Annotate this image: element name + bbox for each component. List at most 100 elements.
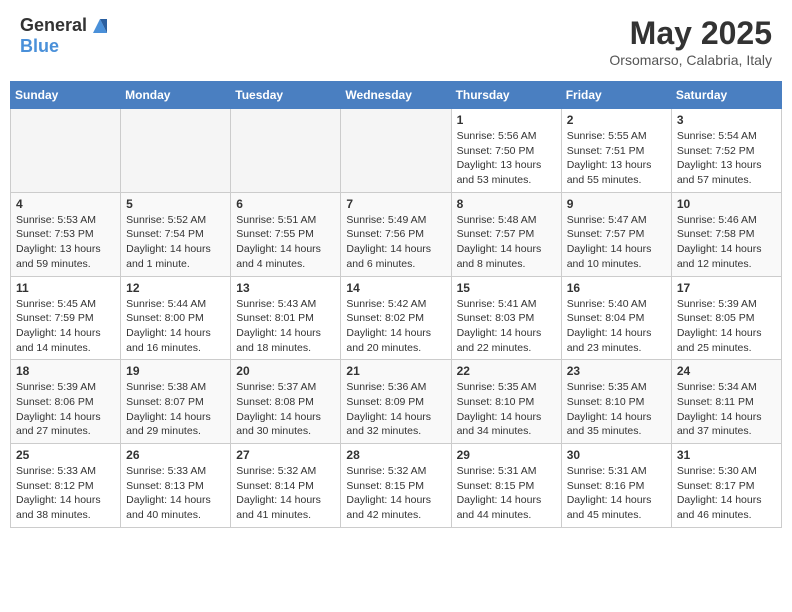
logo-icon [89, 15, 111, 37]
day-info: Sunrise: 5:35 AMSunset: 8:10 PMDaylight:… [457, 380, 556, 439]
day-number: 24 [677, 364, 776, 378]
day-cell: 2Sunrise: 5:55 AMSunset: 7:51 PMDaylight… [561, 109, 671, 193]
day-info: Sunrise: 5:33 AMSunset: 8:13 PMDaylight:… [126, 464, 225, 523]
day-cell [341, 109, 451, 193]
day-number: 21 [346, 364, 445, 378]
day-number: 15 [457, 281, 556, 295]
day-number: 10 [677, 197, 776, 211]
day-info: Sunrise: 5:39 AMSunset: 8:06 PMDaylight:… [16, 380, 115, 439]
day-info: Sunrise: 5:46 AMSunset: 7:58 PMDaylight:… [677, 213, 776, 272]
day-cell: 24 Sunrise: 5:34 AMSunset: 8:11 PMDayligh… [671, 360, 781, 444]
day-info: Sunrise: 5:31 AMSunset: 8:15 PMDaylight:… [457, 464, 556, 523]
day-cell: 7 Sunrise: 5:49 AMSunset: 7:56 PMDaylight… [341, 192, 451, 276]
day-cell: 11 Sunrise: 5:45 AMSunset: 7:59 PMDayligh… [11, 276, 121, 360]
day-info: Sunrise: 5:32 AMSunset: 8:14 PMDaylight:… [236, 464, 335, 523]
day-info: Sunrise: 5:42 AMSunset: 8:02 PMDaylight:… [346, 297, 445, 356]
weekday-friday: Friday [561, 82, 671, 109]
day-cell: 22 Sunrise: 5:35 AMSunset: 8:10 PMDayligh… [451, 360, 561, 444]
logo: General Blue [20, 15, 111, 57]
day-number: 22 [457, 364, 556, 378]
day-cell: 9 Sunrise: 5:47 AMSunset: 7:57 PMDaylight… [561, 192, 671, 276]
day-number: 23 [567, 364, 666, 378]
day-cell: 23 Sunrise: 5:35 AMSunset: 8:10 PMDayligh… [561, 360, 671, 444]
day-cell: 5Sunrise: 5:52 AMSunset: 7:54 PMDaylight… [121, 192, 231, 276]
day-number: 14 [346, 281, 445, 295]
calendar-table: SundayMondayTuesdayWednesdayThursdayFrid… [10, 81, 782, 528]
day-cell: 29Sunrise: 5:31 AMSunset: 8:15 PMDayligh… [451, 444, 561, 528]
day-number: 2 [567, 113, 666, 127]
page-header: General Blue May 2025 Orsomarso, Calabri… [10, 10, 782, 73]
day-info: Sunrise: 5:47 AMSunset: 7:57 PMDaylight:… [567, 213, 666, 272]
day-number: 7 [346, 197, 445, 211]
day-cell: 16 Sunrise: 5:40 AMSunset: 8:04 PMDayligh… [561, 276, 671, 360]
location-title: Orsomarso, Calabria, Italy [609, 52, 772, 68]
day-cell: 4 Sunrise: 5:53 AMSunset: 7:53 PMDaylight… [11, 192, 121, 276]
day-info: Sunrise: 5:31 AMSunset: 8:16 PMDaylight:… [567, 464, 666, 523]
title-block: May 2025 Orsomarso, Calabria, Italy [609, 15, 772, 68]
weekday-sunday: Sunday [11, 82, 121, 109]
day-info: Sunrise: 5:41 AMSunset: 8:03 PMDaylight:… [457, 297, 556, 356]
day-cell: 18 Sunrise: 5:39 AMSunset: 8:06 PMDayligh… [11, 360, 121, 444]
day-info: Sunrise: 5:44 AMSunset: 8:00 PMDaylight:… [126, 297, 225, 356]
day-number: 19 [126, 364, 225, 378]
week-row-3: 11 Sunrise: 5:45 AMSunset: 7:59 PMDayligh… [11, 276, 782, 360]
day-number: 18 [16, 364, 115, 378]
day-info: Sunrise: 5:37 AMSunset: 8:08 PMDaylight:… [236, 380, 335, 439]
week-row-5: 25Sunrise: 5:33 AMSunset: 8:12 PMDayligh… [11, 444, 782, 528]
day-info: Sunrise: 5:32 AMSunset: 8:15 PMDaylight:… [346, 464, 445, 523]
day-cell: 13 Sunrise: 5:43 AMSunset: 8:01 PMDayligh… [231, 276, 341, 360]
day-number: 11 [16, 281, 115, 295]
day-cell: 20 Sunrise: 5:37 AMSunset: 8:08 PMDayligh… [231, 360, 341, 444]
day-number: 3 [677, 113, 776, 127]
day-number: 20 [236, 364, 335, 378]
day-number: 30 [567, 448, 666, 462]
day-info: Sunrise: 5:45 AMSunset: 7:59 PMDaylight:… [16, 297, 115, 356]
day-cell: 12 Sunrise: 5:44 AMSunset: 8:00 PMDayligh… [121, 276, 231, 360]
day-number: 5 [126, 197, 225, 211]
day-cell: 14 Sunrise: 5:42 AMSunset: 8:02 PMDayligh… [341, 276, 451, 360]
day-cell: 8 Sunrise: 5:48 AMSunset: 7:57 PMDaylight… [451, 192, 561, 276]
day-number: 9 [567, 197, 666, 211]
day-info: Sunrise: 5:43 AMSunset: 8:01 PMDaylight:… [236, 297, 335, 356]
weekday-wednesday: Wednesday [341, 82, 451, 109]
day-info: Sunrise: 5:33 AMSunset: 8:12 PMDaylight:… [16, 464, 115, 523]
day-info: Sunrise: 5:34 AMSunset: 8:11 PMDaylight:… [677, 380, 776, 439]
day-info: Sunrise: 5:39 AMSunset: 8:05 PMDaylight:… [677, 297, 776, 356]
day-cell: 10 Sunrise: 5:46 AMSunset: 7:58 PMDayligh… [671, 192, 781, 276]
day-info: Sunrise: 5:53 AMSunset: 7:53 PMDaylight:… [16, 213, 115, 272]
day-cell [11, 109, 121, 193]
day-number: 12 [126, 281, 225, 295]
day-cell [231, 109, 341, 193]
day-cell: 21 Sunrise: 5:36 AMSunset: 8:09 PMDayligh… [341, 360, 451, 444]
day-info: Sunrise: 5:30 AMSunset: 8:17 PMDaylight:… [677, 464, 776, 523]
day-cell: 15 Sunrise: 5:41 AMSunset: 8:03 PMDayligh… [451, 276, 561, 360]
day-cell: 25Sunrise: 5:33 AMSunset: 8:12 PMDayligh… [11, 444, 121, 528]
day-info: Sunrise: 5:49 AMSunset: 7:56 PMDaylight:… [346, 213, 445, 272]
day-info: Sunrise: 5:38 AMSunset: 8:07 PMDaylight:… [126, 380, 225, 439]
day-info: Sunrise: 5:40 AMSunset: 8:04 PMDaylight:… [567, 297, 666, 356]
day-info: Sunrise: 5:36 AMSunset: 8:09 PMDaylight:… [346, 380, 445, 439]
day-number: 1 [457, 113, 556, 127]
week-row-1: 1Sunrise: 5:56 AMSunset: 7:50 PMDaylight… [11, 109, 782, 193]
day-number: 4 [16, 197, 115, 211]
month-title: May 2025 [609, 15, 772, 52]
logo-blue: Blue [20, 37, 111, 57]
day-number: 16 [567, 281, 666, 295]
day-number: 6 [236, 197, 335, 211]
weekday-saturday: Saturday [671, 82, 781, 109]
day-cell: 27Sunrise: 5:32 AMSunset: 8:14 PMDayligh… [231, 444, 341, 528]
day-info: Sunrise: 5:54 AMSunset: 7:52 PMDaylight:… [677, 129, 776, 188]
day-number: 13 [236, 281, 335, 295]
day-cell: 3 Sunrise: 5:54 AMSunset: 7:52 PMDaylight… [671, 109, 781, 193]
weekday-thursday: Thursday [451, 82, 561, 109]
day-number: 26 [126, 448, 225, 462]
day-cell: 31Sunrise: 5:30 AMSunset: 8:17 PMDayligh… [671, 444, 781, 528]
day-cell [121, 109, 231, 193]
day-number: 28 [346, 448, 445, 462]
day-number: 17 [677, 281, 776, 295]
day-number: 8 [457, 197, 556, 211]
weekday-header-row: SundayMondayTuesdayWednesdayThursdayFrid… [11, 82, 782, 109]
day-info: Sunrise: 5:48 AMSunset: 7:57 PMDaylight:… [457, 213, 556, 272]
day-cell: 19 Sunrise: 5:38 AMSunset: 8:07 PMDayligh… [121, 360, 231, 444]
day-info: Sunrise: 5:35 AMSunset: 8:10 PMDaylight:… [567, 380, 666, 439]
